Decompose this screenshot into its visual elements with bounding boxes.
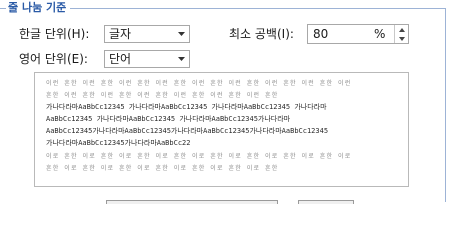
korean-unit-label: 한글 단위(H): (19, 27, 90, 41)
chevron-down-icon[interactable] (173, 51, 189, 67)
preview-line: 이런 흔한 이런 흔한 이런 흔한 이런 흔한 이런 흔한 이런 흔한 이런 흔… (46, 80, 352, 87)
preview-line: 가나다라마AaBbCc12345가나다라마AaBbCc22 (46, 139, 191, 147)
min-spacing-label: 최소 공백(I): (229, 27, 294, 41)
spinner-buttons (394, 25, 408, 43)
preview-box: 이런 흔한 이런 흔한 이런 흔한 이런 흔한 이런 흔한 이런 흔한 이런 흔… (34, 72, 409, 187)
min-spacing-spinner[interactable]: 80 % (307, 24, 409, 44)
korean-unit-value: 글자 (109, 27, 132, 41)
spin-up-icon[interactable] (395, 25, 408, 34)
preview-line: AaBbCc12345가나다라마AaBbCc12345가나다라마AaBbCc12… (46, 127, 329, 135)
dialog-button-partial[interactable] (106, 200, 278, 204)
min-spacing-value[interactable]: 80 (313, 26, 328, 42)
preview-line: 흔한 이런 흔한 이런 흔한 이런 흔한 이런 흔한 이런 흔한 이런 흔한 (46, 92, 279, 99)
korean-unit-select[interactable]: 글자 (104, 25, 190, 43)
preview-line: 이로 흔한 이로 흔한 이로 흔한 이로 흔한 이로 흔한 이로 흔한 이로 흔… (46, 153, 352, 160)
preview-line: AaBbCc12345 가나다라마AaBbCc12345 가나다라마AaBbCc… (46, 115, 291, 123)
spin-down-icon[interactable] (395, 34, 408, 43)
min-spacing-unit: % (374, 27, 386, 41)
english-unit-value: 단어 (109, 52, 132, 66)
english-unit-select[interactable]: 단어 (104, 50, 190, 68)
english-unit-label: 영어 단위(E): (19, 52, 88, 66)
dialog-button-partial[interactable] (298, 200, 354, 204)
preview-line: 흔한 이로 흔한 이로 흔한 이로 흔한 이로 흔한 이로 흔한 이로 흔한 (46, 165, 279, 172)
chevron-down-icon[interactable] (173, 26, 189, 42)
preview-line: 가나다라마AaBbCc12345 가나다라마AaBbCc12345 가나다라마A… (46, 103, 327, 111)
group-title: 줄 나눔 기준 (6, 0, 71, 16)
